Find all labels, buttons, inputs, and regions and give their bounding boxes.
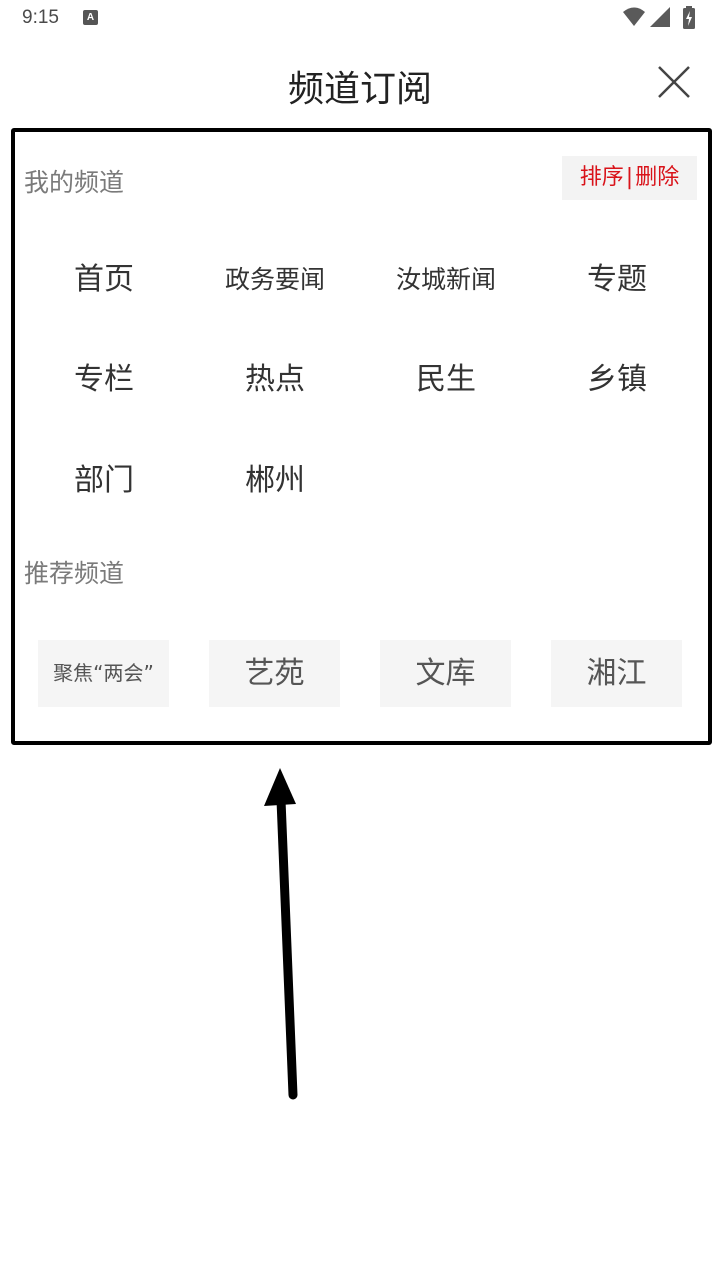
channel-item-hot[interactable]: 热点 <box>190 350 360 410</box>
recommended-channels-label: 推荐频道 <box>24 559 125 588</box>
channel-item-columns[interactable]: 专栏 <box>19 350 189 410</box>
header: 频道订阅 <box>0 36 720 128</box>
recommended-item-two-sessions[interactable]: 聚焦“两会” <box>38 640 169 707</box>
page-title: 频道订阅 <box>287 69 432 110</box>
channel-item-chenzhou[interactable]: 郴州 <box>190 451 360 511</box>
channel-item-livelihood[interactable]: 民生 <box>361 350 531 410</box>
notification-icon: A <box>83 10 98 25</box>
edit-separator: | <box>625 165 634 190</box>
channel-item-government-news[interactable]: 政务要闻 <box>190 250 360 310</box>
edit-actions: 排序|删除 <box>562 156 697 200</box>
wifi-icon <box>623 7 645 26</box>
annotation-arrow-icon <box>264 768 298 1100</box>
channel-item-home[interactable]: 首页 <box>19 250 189 310</box>
signal-icon <box>650 7 670 27</box>
battery-icon <box>683 6 695 29</box>
status-bar: 9:15 A <box>0 0 720 36</box>
channel-item-departments[interactable]: 部门 <box>19 451 189 511</box>
channel-item-topics[interactable]: 专题 <box>532 250 702 310</box>
recommended-item-xiangjiang[interactable]: 湘江 <box>551 640 682 707</box>
recommended-item-library[interactable]: 文库 <box>380 640 511 707</box>
recommended-item-art[interactable]: 艺苑 <box>209 640 340 707</box>
sort-button[interactable]: 排序 <box>580 165 624 190</box>
channel-item-rucheng-news[interactable]: 汝城新闻 <box>361 250 531 310</box>
delete-button[interactable]: 删除 <box>635 165 679 190</box>
status-icons <box>622 6 702 30</box>
channel-item-towns[interactable]: 乡镇 <box>532 350 702 410</box>
channel-panel: 我的频道 排序|删除 首页 政务要闻 汝城新闻 专题 专栏 热点 民生 乡镇 部… <box>11 128 712 745</box>
status-time: 9:15 <box>22 7 59 28</box>
close-icon[interactable] <box>656 64 692 100</box>
my-channels-label: 我的频道 <box>24 168 125 197</box>
